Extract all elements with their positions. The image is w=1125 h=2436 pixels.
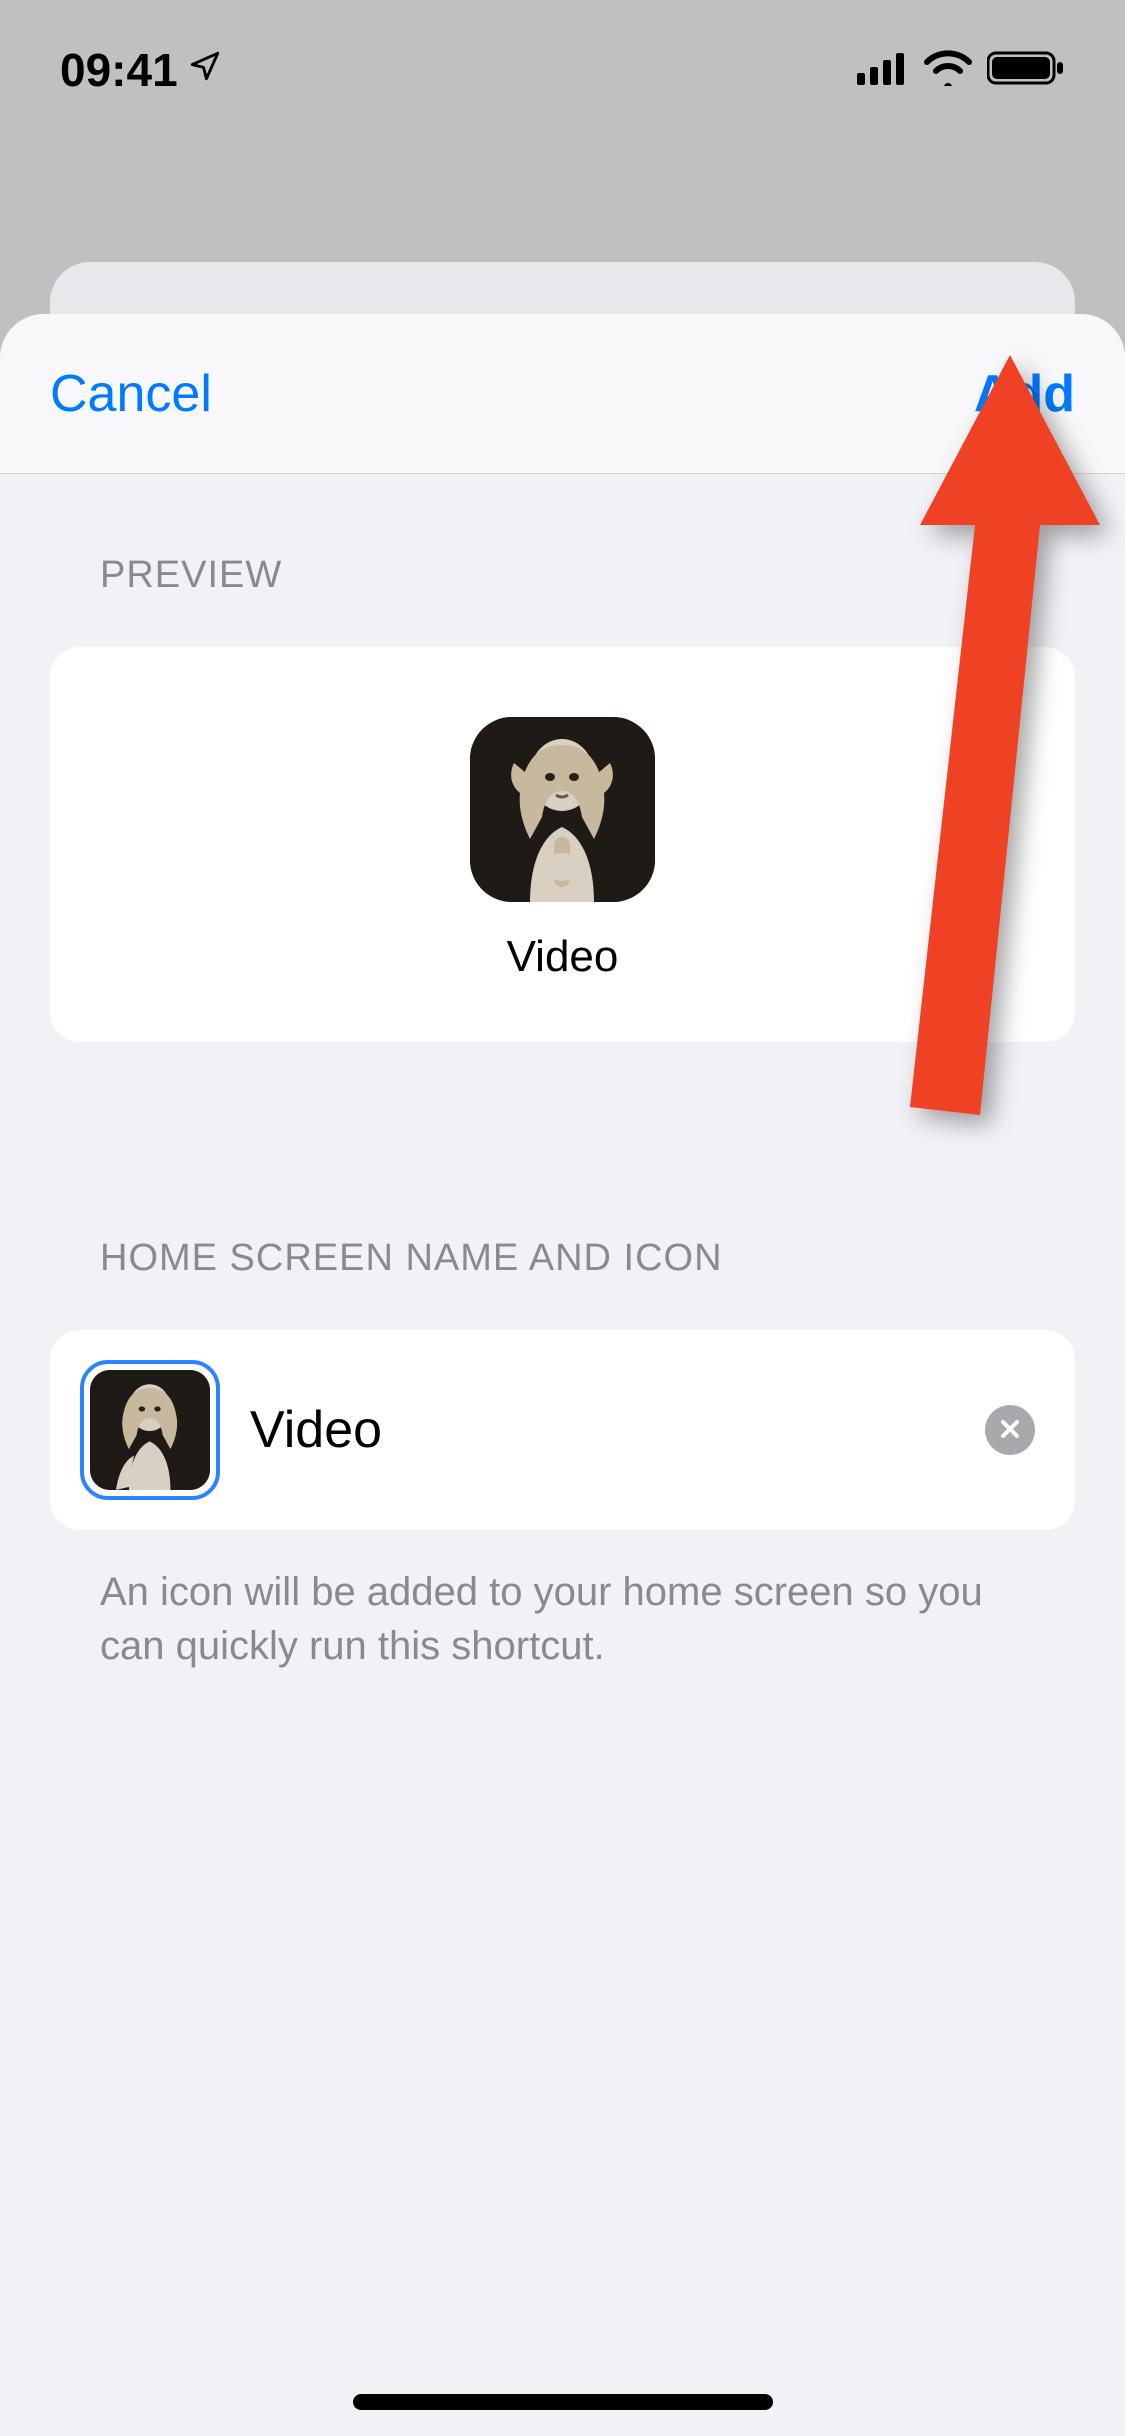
status-right xyxy=(857,50,1065,91)
preview-app-label: Video xyxy=(507,932,619,982)
preview-section-header: PREVIEW xyxy=(0,474,1125,617)
modal-header: Cancel Add xyxy=(0,314,1125,474)
preview-card: Video xyxy=(50,647,1075,1042)
shortcut-icon xyxy=(90,1370,210,1490)
battery-icon xyxy=(987,50,1065,91)
clear-name-button[interactable] xyxy=(985,1405,1035,1455)
close-icon xyxy=(998,1414,1022,1446)
location-arrow-icon xyxy=(188,49,222,92)
shortcut-icon-picker[interactable] xyxy=(80,1360,220,1500)
status-time: 09:41 xyxy=(60,43,178,97)
status-bar: 09:41 xyxy=(0,0,1125,140)
name-icon-section: HOME SCREEN NAME AND ICON xyxy=(0,1157,1125,1673)
cancel-button[interactable]: Cancel xyxy=(50,364,212,424)
add-to-home-sheet: Cancel Add PREVIEW Video HOME SCREEN NAM… xyxy=(0,314,1125,2436)
wifi-icon xyxy=(923,50,973,91)
status-left: 09:41 xyxy=(60,43,222,97)
name-icon-footer: An icon will be added to your home scree… xyxy=(100,1565,1025,1673)
preview-app-icon xyxy=(470,717,655,902)
home-indicator[interactable] xyxy=(353,2394,773,2410)
name-icon-card xyxy=(50,1330,1075,1530)
cellular-signal-icon xyxy=(857,51,909,90)
name-icon-section-header: HOME SCREEN NAME AND ICON xyxy=(0,1157,1125,1300)
add-button[interactable]: Add xyxy=(974,364,1075,424)
shortcut-name-input[interactable] xyxy=(250,1400,955,1460)
